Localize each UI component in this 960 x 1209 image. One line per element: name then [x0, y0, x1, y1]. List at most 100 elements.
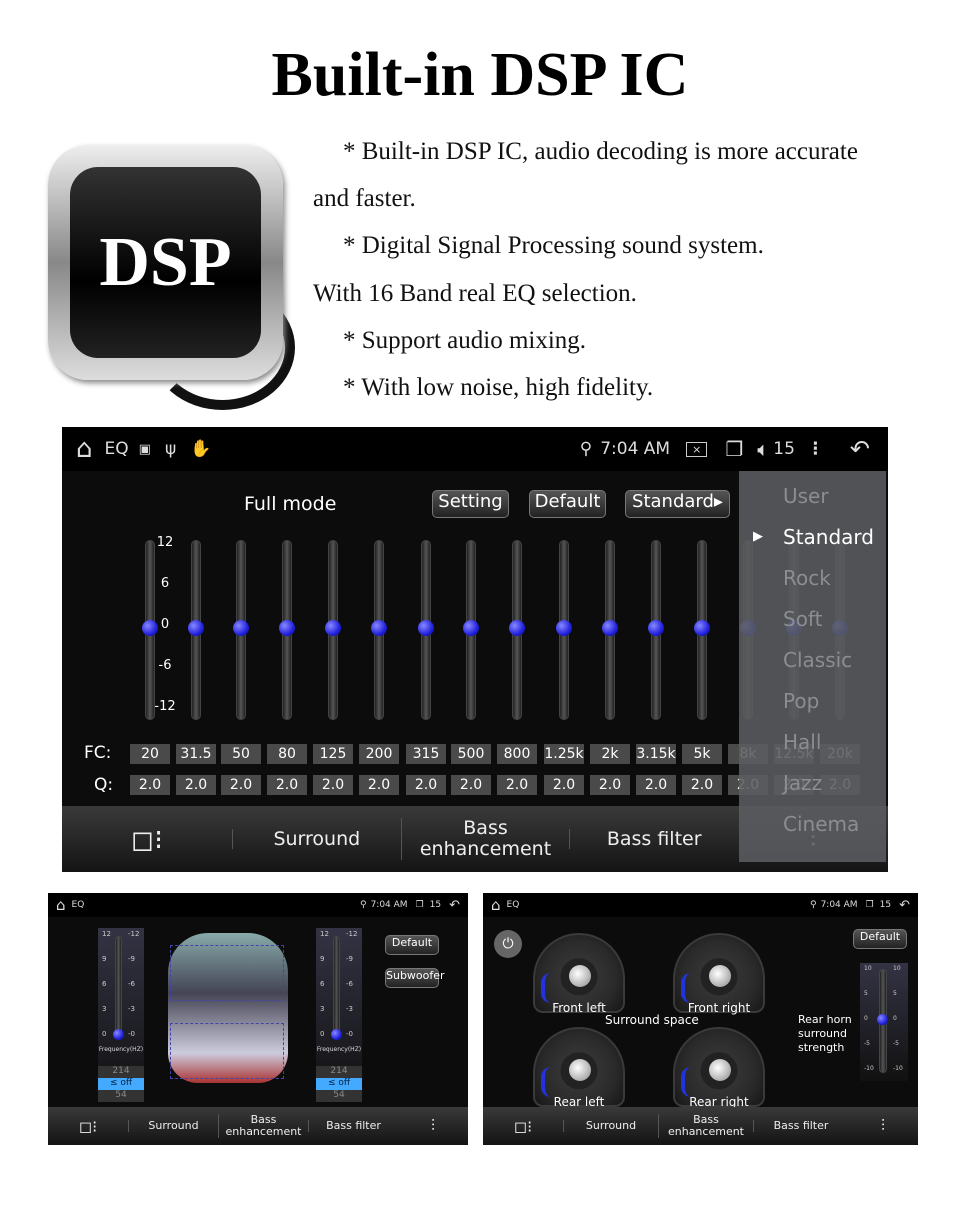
- eq-slider-knob[interactable]: [418, 620, 434, 636]
- preset-button[interactable]: Standard▸: [625, 490, 730, 518]
- recent-apps-icon[interactable]: ❐: [725, 437, 743, 461]
- setting-button[interactable]: Setting: [432, 490, 509, 518]
- recent-apps-icon[interactable]: ❐: [866, 900, 874, 910]
- q-value[interactable]: 2.0: [359, 775, 399, 795]
- eq-slider-knob[interactable]: [325, 620, 341, 636]
- q-value[interactable]: 2.0: [406, 775, 446, 795]
- q-value[interactable]: 2.0: [682, 775, 722, 795]
- slider-knob[interactable]: [877, 1014, 888, 1025]
- fc-value[interactable]: 2k: [590, 744, 630, 764]
- fc-value[interactable]: 500: [451, 744, 491, 764]
- slider-knob[interactable]: [113, 1029, 124, 1040]
- fc-value[interactable]: 200: [359, 744, 399, 764]
- rear-speaker-zone[interactable]: [170, 1023, 284, 1079]
- more-icon[interactable]: ⋮: [807, 439, 824, 459]
- eq-slider-knob[interactable]: [509, 620, 525, 636]
- power-icon[interactable]: ⏻: [494, 930, 522, 958]
- preset-option[interactable]: Pop: [783, 689, 819, 713]
- page-title: Built-in DSP IC: [271, 41, 689, 109]
- frequency-option[interactable]: ≤ off: [316, 1078, 362, 1090]
- fc-value[interactable]: 50: [221, 744, 261, 764]
- frequency-option[interactable]: 214: [316, 1066, 362, 1078]
- back-icon[interactable]: ↶: [449, 898, 460, 913]
- fc-value[interactable]: 20: [130, 744, 170, 764]
- tab-bass-filter[interactable]: Bass filter: [569, 828, 738, 850]
- q-value[interactable]: 2.0: [176, 775, 216, 795]
- tab-speaker[interactable]: ◻︎⁝: [62, 823, 232, 856]
- eq-slider-knob[interactable]: [556, 620, 572, 636]
- q-value[interactable]: 2.0: [267, 775, 307, 795]
- desc-line: * Built-in DSP IC, audio decoding is mor…: [343, 138, 858, 165]
- tab-bass-enhancement[interactable]: Bass enhancement: [400, 818, 570, 860]
- eq-slider-knob[interactable]: [371, 620, 387, 636]
- clock: 7:04 AM: [600, 439, 671, 459]
- tick-label: 10: [893, 965, 901, 972]
- eq-slider-knob[interactable]: [602, 620, 618, 636]
- eq-slider-knob[interactable]: [694, 620, 710, 636]
- preset-option[interactable]: Rock: [783, 566, 831, 590]
- home-icon[interactable]: ⌂: [76, 434, 93, 464]
- q-value[interactable]: 2.0: [130, 775, 170, 795]
- mode-label: Full mode: [244, 493, 337, 515]
- preset-option[interactable]: Cinema: [783, 812, 859, 836]
- q-value[interactable]: 2.0: [636, 775, 676, 795]
- q-value[interactable]: 2.0: [313, 775, 353, 795]
- fc-value[interactable]: 5k: [682, 744, 722, 764]
- tab-bass-enhancement[interactable]: Bass enhancement: [218, 1113, 308, 1139]
- bass-slider-right[interactable]: 12 -12 9 -9 6 -6 3 -3 0 -0 Frequency(HZ) 214 ≤ off 54: [316, 928, 362, 1102]
- fc-value[interactable]: 31.5: [176, 744, 216, 764]
- q-value[interactable]: 2.0: [544, 775, 584, 795]
- fc-value[interactable]: 800: [497, 744, 537, 764]
- eq-slider-knob[interactable]: [463, 620, 479, 636]
- preset-option[interactable]: User: [783, 484, 829, 508]
- eq-slider-knob[interactable]: [142, 620, 158, 636]
- tab-speaker[interactable]: ◻︎⁝: [483, 1117, 563, 1136]
- fc-value[interactable]: 315: [406, 744, 446, 764]
- fc-value[interactable]: 1.25k: [544, 744, 584, 764]
- tab-speaker[interactable]: ◻︎⁝: [48, 1117, 128, 1136]
- home-icon[interactable]: ⌂: [56, 896, 66, 914]
- default-button[interactable]: Default: [385, 935, 439, 955]
- bass-slider-left[interactable]: 12 -12 9 -9 6 -6 3 -3 0 -0 Frequency(HZ) 214 ≤ off 54: [98, 928, 144, 1102]
- home-icon[interactable]: ⌂: [491, 896, 501, 914]
- tab-bass-enhancement[interactable]: Bass enhancement: [658, 1113, 753, 1139]
- fc-value[interactable]: 125: [313, 744, 353, 764]
- tab-eq[interactable]: ⫶: [848, 1116, 918, 1136]
- subwoofer-button[interactable]: Subwoofer: [385, 968, 445, 988]
- preset-option[interactable]: Soft: [783, 607, 822, 631]
- q-value[interactable]: 2.0: [497, 775, 537, 795]
- frequency-option[interactable]: ≤ off: [98, 1078, 144, 1090]
- preset-option[interactable]: Classic: [783, 648, 852, 672]
- tab-surround[interactable]: Surround: [128, 1119, 218, 1133]
- front-speaker-zone[interactable]: [170, 945, 284, 1001]
- back-icon[interactable]: ↶: [899, 898, 910, 913]
- fc-value[interactable]: 80: [267, 744, 307, 764]
- frequency-option[interactable]: 54: [98, 1090, 144, 1102]
- tab-surround[interactable]: Surround: [232, 828, 401, 850]
- preset-option[interactable]: Jazz: [783, 771, 822, 795]
- preset-option[interactable]: Hall: [783, 730, 821, 754]
- volume-icon[interactable]: 🔈︎: [757, 437, 769, 461]
- q-value[interactable]: 2.0: [221, 775, 261, 795]
- tab-bass-filter[interactable]: Bass filter: [753, 1119, 848, 1133]
- frequency-option[interactable]: 54: [316, 1090, 362, 1102]
- back-icon[interactable]: ↶: [850, 435, 870, 463]
- tab-bass-filter[interactable]: Bass filter: [308, 1119, 398, 1133]
- frequency-option[interactable]: 214: [98, 1066, 144, 1078]
- tab-surround[interactable]: Surround: [563, 1119, 658, 1133]
- eq-slider-knob[interactable]: [648, 620, 664, 636]
- eq-slider-knob[interactable]: [279, 620, 295, 636]
- eq-slider-knob[interactable]: [233, 620, 249, 636]
- preset-option[interactable]: Standard: [783, 525, 874, 549]
- slider-knob[interactable]: [331, 1029, 342, 1040]
- recent-apps-icon[interactable]: ❐: [416, 900, 424, 910]
- q-value[interactable]: 2.0: [451, 775, 491, 795]
- default-button[interactable]: Default: [853, 929, 907, 949]
- tab-eq[interactable]: ⫶: [398, 1116, 468, 1136]
- default-button[interactable]: Default: [529, 490, 606, 518]
- fc-value[interactable]: 3.15k: [636, 744, 676, 764]
- q-value[interactable]: 2.0: [590, 775, 630, 795]
- rear-strength-slider[interactable]: 10 10 5 5 0 0 -5 -5 -10 -10: [860, 963, 908, 1081]
- eq-slider-knob[interactable]: [188, 620, 204, 636]
- screen-off-icon[interactable]: ×: [686, 441, 708, 457]
